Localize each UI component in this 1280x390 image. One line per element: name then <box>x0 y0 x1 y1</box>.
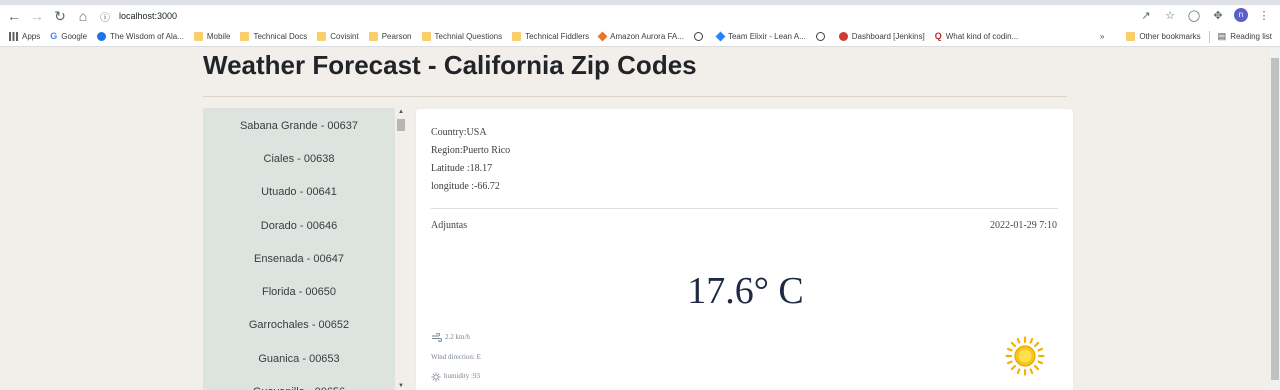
bookmarks-bar: Apps G Google The Wisdom of Ala... Mobile Tec… <box>0 27 1280 47</box>
zip-list-scrollbar[interactable]: ▲ ▼ <box>396 108 406 390</box>
zip-list-item[interactable]: Florida - 00650 <box>203 275 395 308</box>
latitude-text: Latitude :18.17 <box>431 163 493 174</box>
bookmark-label[interactable]: Amazon Aurora FA... <box>610 32 684 41</box>
zip-list-item[interactable]: Dorado - 00646 <box>203 209 395 242</box>
zip-list-item[interactable]: Sabana Grande - 00637 <box>203 109 395 142</box>
zip-list-item[interactable]: Guayanilla - 00656 <box>203 375 395 390</box>
card-divider <box>431 208 1058 209</box>
back-arrow-icon[interactable]: ← <box>5 7 23 25</box>
other-bookmarks-link[interactable]: Other bookmarks <box>1139 32 1200 41</box>
bookmark-item[interactable]: Team Elixir - Lean A... <box>715 31 806 42</box>
bookmark-item[interactable]: The Wisdom of Ala... <box>97 32 184 41</box>
pocket-icon[interactable]: ◯ <box>1186 9 1202 22</box>
zip-list-item[interactable]: Ensenada - 00647 <box>203 242 395 275</box>
zip-list-item[interactable]: Garrochales - 00652 <box>203 309 395 342</box>
country-text: Country:USA <box>431 127 487 138</box>
bookmark-label[interactable]: Apps <box>22 32 40 41</box>
wind-direction-text: Wind direction: E <box>431 352 481 361</box>
kebab-menu-icon[interactable]: ⋮ <box>1256 9 1272 22</box>
city-name: Adjuntas <box>431 220 468 231</box>
bookmark-item[interactable]: Technical Fiddlers <box>512 32 589 41</box>
quora-icon: Q <box>934 31 942 41</box>
bookmark-label[interactable]: Technical Docs <box>253 32 307 41</box>
bookmark-item[interactable]: Apps <box>9 32 40 41</box>
folder-icon <box>512 32 522 41</box>
google-icon: G <box>50 31 58 41</box>
bookmark-label[interactable]: Technical Fiddlers <box>525 32 589 41</box>
globe-icon <box>693 32 703 41</box>
address-url[interactable]: localhost:3000 <box>119 11 177 21</box>
page-scrollbar[interactable] <box>1270 48 1280 390</box>
bookmark-item[interactable] <box>815 32 829 41</box>
bookmark-label[interactable]: The Wisdom of Ala... <box>110 32 184 41</box>
bookmark-label[interactable]: Technial Questions <box>435 32 503 41</box>
scroll-thumb[interactable] <box>397 119 405 131</box>
bookmark-label[interactable]: Google <box>61 32 87 41</box>
humidity-icon <box>431 372 441 382</box>
sun-icon <box>1005 336 1045 376</box>
bookmark-label[interactable]: Covisint <box>330 32 358 41</box>
reading-list-link[interactable]: Reading list <box>1230 32 1272 41</box>
reading-list-icon[interactable]: ▤ <box>1218 31 1227 42</box>
folder-icon <box>1126 32 1136 41</box>
longitude-text: longitude :-66.72 <box>431 181 500 192</box>
bookmarks-overflow-chevron[interactable]: » <box>1100 32 1104 41</box>
globe-icon <box>815 32 825 41</box>
share-icon[interactable]: ↗ <box>1138 9 1154 22</box>
folder-icon <box>193 32 203 41</box>
bookmark-label[interactable]: Dashboard [Jenkins] <box>852 32 925 41</box>
folder-icon <box>368 32 378 41</box>
bookmark-label[interactable]: Pearson <box>382 32 412 41</box>
wind-speed-text: 2.2 km/h <box>445 333 470 341</box>
bookmark-item[interactable]: Dashboard [Jenkins] <box>838 32 925 41</box>
address-bar[interactable]: ⓘ localhost:3000 <box>93 7 1185 25</box>
region-text: Region:Puerto Rico <box>431 145 511 156</box>
bookmark-item[interactable]: Technial Questions <box>421 32 503 41</box>
divider <box>1208 30 1210 43</box>
browser-toolbar: ← → ↻ ⌂ ⓘ localhost:3000 ↗ ☆ ◯ ✥ n ⋮ <box>0 5 1280 27</box>
reload-icon[interactable]: ↻ <box>51 7 69 25</box>
page-title: Weather Forecast - California Zip Codes <box>203 50 697 80</box>
aws-icon <box>597 31 608 42</box>
scroll-down-arrow-icon[interactable]: ▼ <box>397 382 405 390</box>
bookmark-item[interactable]: Technical Docs <box>240 32 307 41</box>
jenkins-icon <box>838 32 848 41</box>
title-divider <box>203 96 1067 97</box>
bookmark-label[interactable]: Mobile <box>207 32 231 41</box>
star-icon[interactable]: ☆ <box>1162 9 1178 22</box>
observation-datetime: 2022-01-29 7:10 <box>990 220 1057 231</box>
extensions-puzzle-icon[interactable]: ✥ <box>1210 9 1226 22</box>
temperature-reading: 17.6° C <box>687 270 804 312</box>
humidity-text: humidity :93 <box>444 372 480 380</box>
bookmark-label[interactable]: Team Elixir - Lean A... <box>728 32 806 41</box>
apps-grid-icon <box>9 32 18 41</box>
bookmark-item[interactable]: Pearson <box>368 32 412 41</box>
bookmark-item[interactable] <box>693 32 707 41</box>
zip-list-item[interactable]: Guanica - 00653 <box>203 342 395 375</box>
page-scroll-thumb[interactable] <box>1271 58 1279 380</box>
location-meta: Country:USA Region:Puerto Rico Latitude … <box>431 124 510 196</box>
bookmark-item[interactable]: Q What kind of codin... <box>934 31 1019 42</box>
site-info-icon[interactable]: ⓘ <box>97 8 113 24</box>
home-icon[interactable]: ⌂ <box>74 7 92 25</box>
zip-code-list[interactable]: Sabana Grande - 00637 Ciales - 00638 Utuad… <box>203 108 395 390</box>
folder-icon <box>240 32 250 41</box>
bookmark-label[interactable]: What kind of codin... <box>946 32 1018 41</box>
weather-details: 2.2 km/h Wind direction: E humidity :93 <box>431 328 481 387</box>
weather-card: Country:USA Region:Puerto Rico Latitude … <box>415 108 1074 390</box>
wind-icon <box>432 333 442 343</box>
forward-arrow-icon[interactable]: → <box>28 7 46 25</box>
bookmark-item[interactable]: G Google <box>50 31 87 42</box>
zip-list-item[interactable]: Utuado - 00641 <box>203 176 395 209</box>
bookmark-item[interactable]: Mobile <box>193 32 231 41</box>
bookmark-item[interactable]: Amazon Aurora FA... <box>597 31 684 42</box>
folder-icon <box>317 32 327 41</box>
profile-avatar[interactable]: n <box>1234 8 1248 22</box>
site-icon <box>97 32 107 41</box>
folder-icon <box>421 32 431 41</box>
bookmark-item[interactable]: Covisint <box>317 32 359 41</box>
jira-icon <box>715 31 726 42</box>
scroll-up-arrow-icon[interactable]: ▲ <box>397 108 405 116</box>
zip-list-item[interactable]: Ciales - 00638 <box>203 142 395 175</box>
